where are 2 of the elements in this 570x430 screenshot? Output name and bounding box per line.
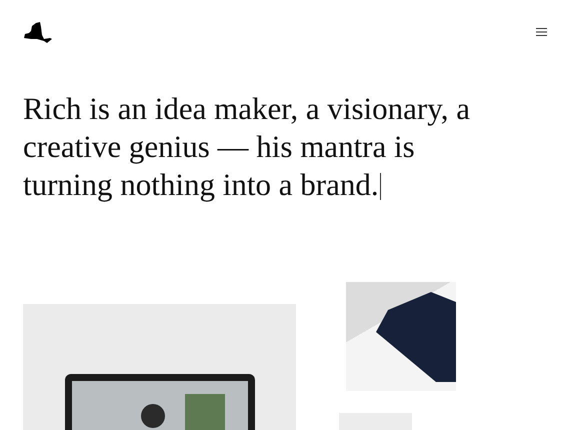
headline: Rich is an idea maker, a visionary, a creative genius — his mantra is turning nothing into a brand. — [23, 90, 473, 204]
logo-icon[interactable] — [23, 21, 52, 43]
